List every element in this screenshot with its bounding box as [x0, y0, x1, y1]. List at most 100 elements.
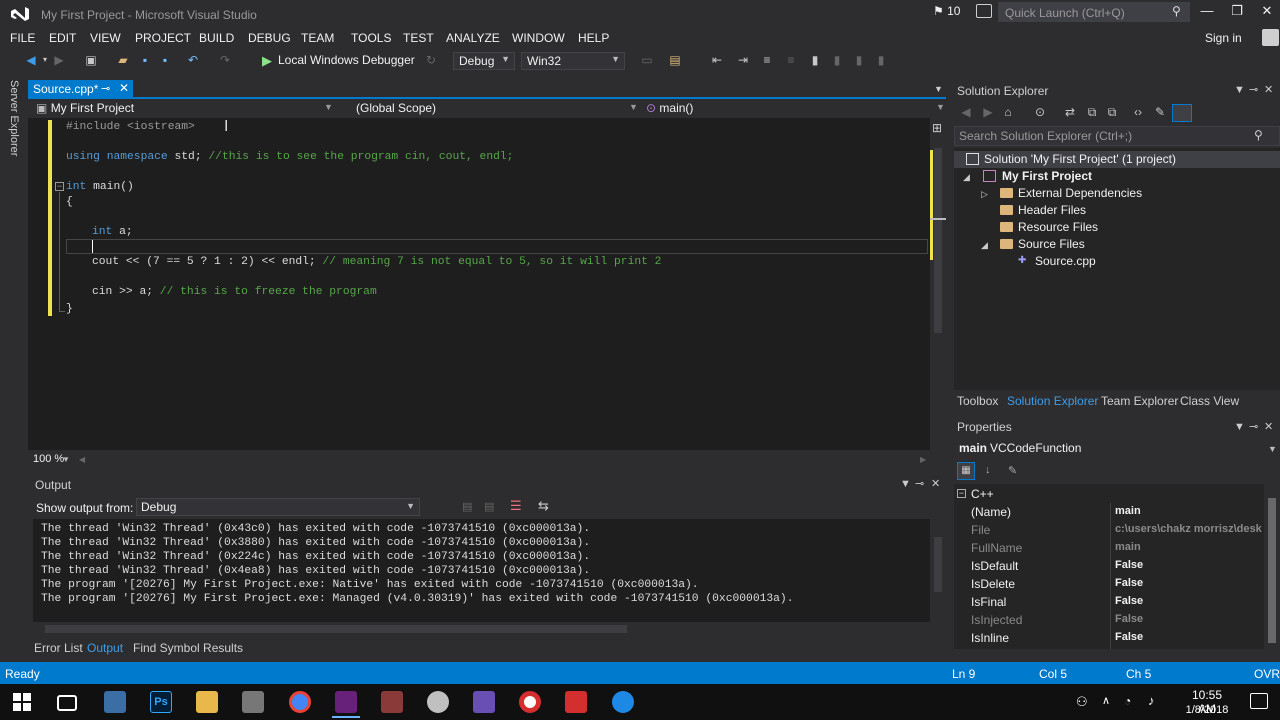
properties-wrench-icon[interactable]: ✎: [1152, 105, 1168, 121]
tree-header-files[interactable]: Header Files: [1018, 203, 1086, 217]
menu-build[interactable]: BUILD: [199, 31, 234, 45]
property-value[interactable]: c:\users\chakz morrisz\desk: [1115, 523, 1263, 535]
comment-icon[interactable]: ≡: [760, 53, 774, 67]
property-name[interactable]: IsInline: [971, 631, 1009, 645]
server-explorer-tab[interactable]: Server Explorer: [8, 80, 20, 156]
close-icon[interactable]: ✕: [931, 477, 940, 490]
categorized-icon[interactable]: ▦: [957, 462, 975, 480]
start-debugger-button[interactable]: Local Windows Debugger: [278, 53, 415, 67]
property-name[interactable]: (Name): [971, 505, 1011, 519]
output-scroll-thumb[interactable]: [934, 537, 942, 592]
menu-edit[interactable]: EDIT: [49, 31, 76, 45]
tab-team-explorer[interactable]: Team Explorer: [1101, 394, 1178, 408]
menu-team[interactable]: TEAM: [301, 31, 334, 45]
forward-icon[interactable]: ▶: [980, 105, 996, 121]
property-value[interactable]: main: [1115, 505, 1263, 517]
menu-view[interactable]: VIEW: [90, 31, 121, 45]
menu-project[interactable]: PROJECT: [135, 31, 191, 45]
chevron-down-icon[interactable]: ▼: [934, 84, 943, 94]
chevron-down-icon[interactable]: ▼: [1234, 421, 1245, 433]
visual-studio-icon[interactable]: [335, 691, 357, 713]
file-explorer-icon[interactable]: [196, 691, 218, 713]
chevron-down-icon[interactable]: ▼: [62, 455, 70, 464]
next-message-icon[interactable]: ▤: [484, 500, 494, 513]
feedback-icon[interactable]: [976, 4, 992, 18]
solution-explorer-search-input[interactable]: Search Solution Explorer (Ctrl+;): [954, 126, 1280, 146]
menu-analyze[interactable]: ANALYZE: [446, 31, 500, 45]
tree-source-files[interactable]: Source Files: [1018, 237, 1085, 251]
menu-file[interactable]: FILE: [10, 31, 35, 45]
close-icon[interactable]: ✕: [119, 81, 129, 95]
property-value[interactable]: False: [1115, 595, 1263, 607]
property-name[interactable]: IsFinal: [971, 595, 1006, 609]
property-pages-icon[interactable]: ✎: [1008, 464, 1017, 477]
indent-icon[interactable]: ⇤: [710, 53, 724, 67]
app-icon-2[interactable]: [242, 691, 264, 713]
zoom-level[interactable]: 100 %: [33, 453, 64, 465]
undo-icon[interactable]: ↶: [186, 53, 200, 67]
tab-error-list[interactable]: Error List: [34, 641, 83, 655]
home-icon[interactable]: ⌂: [1000, 105, 1016, 121]
prev-bookmark-icon[interactable]: ▮: [830, 53, 844, 67]
record-icon[interactable]: [519, 691, 541, 713]
restart-icon[interactable]: ↻: [424, 53, 438, 67]
output-text-area[interactable]: The thread 'Win32 Thread' (0x43c0) has e…: [33, 519, 930, 622]
scroll-right-icon[interactable]: ▶: [920, 455, 926, 464]
word-wrap-icon[interactable]: ⇆: [538, 498, 549, 514]
pending-changes-icon[interactable]: ⊙: [1032, 105, 1048, 121]
save-icon[interactable]: ▪: [138, 53, 152, 67]
app-icon-1[interactable]: [104, 691, 126, 713]
property-name[interactable]: IsDelete: [971, 577, 1015, 591]
attach-icon[interactable]: ▭: [640, 53, 654, 67]
app-icon-3[interactable]: [427, 691, 449, 713]
code-editor[interactable]: [28, 118, 930, 450]
scroll-left-icon[interactable]: ◀: [79, 455, 85, 464]
back-icon[interactable]: ◀: [24, 53, 38, 67]
property-name[interactable]: File: [971, 523, 990, 537]
find-in-files-icon[interactable]: ▤: [668, 53, 682, 67]
app-icon-5[interactable]: [565, 691, 587, 713]
search-icon[interactable]: ⚲: [1172, 4, 1181, 18]
back-icon[interactable]: ◀: [958, 105, 974, 121]
collapse-all-icon[interactable]: ⧉: [1084, 105, 1100, 121]
collapse-icon[interactable]: −: [55, 182, 64, 191]
uncomment-icon[interactable]: ≡: [784, 53, 798, 67]
pin-icon[interactable]: ⊸: [101, 82, 110, 95]
close-icon[interactable]: ✕: [1264, 83, 1273, 96]
preview-selected-icon[interactable]: [1172, 104, 1192, 122]
back-dropdown-icon[interactable]: ▾: [38, 53, 52, 67]
chevron-up-icon[interactable]: ∧: [1102, 694, 1110, 707]
chevron-down-icon[interactable]: ▼: [900, 478, 911, 490]
show-all-files-icon[interactable]: ⧉: [1104, 105, 1120, 121]
clock-date[interactable]: 1/8/2018: [1182, 704, 1232, 716]
member-dropdown[interactable]: ⊙ main(): [642, 100, 942, 117]
redo-icon[interactable]: ↷: [218, 53, 232, 67]
tree-resource-files[interactable]: Resource Files: [1018, 220, 1098, 234]
menu-help[interactable]: HELP: [578, 31, 609, 45]
notifications-button[interactable]: ⚑ 10: [933, 4, 960, 18]
property-value[interactable]: False: [1115, 559, 1263, 571]
action-center-icon[interactable]: [1250, 693, 1268, 709]
next-bookmark-icon[interactable]: ▮: [852, 53, 866, 67]
properties-scroll-thumb[interactable]: [1268, 498, 1276, 643]
tab-class-view[interactable]: Class View: [1180, 394, 1239, 408]
sync-icon[interactable]: ⇄: [1062, 105, 1078, 121]
chevron-down-icon[interactable]: ▼: [1268, 444, 1277, 454]
platform-select[interactable]: Win32 ▼: [521, 52, 625, 70]
outdent-icon[interactable]: ⇥: [736, 53, 750, 67]
minimize-button[interactable]: —: [1197, 3, 1217, 21]
output-source-select[interactable]: Debug ▼: [136, 498, 420, 516]
people-icon[interactable]: ⚇: [1076, 694, 1088, 710]
tree-source-cpp[interactable]: Source.cpp: [1035, 254, 1096, 268]
account-icon[interactable]: [1262, 29, 1279, 46]
scope-dropdown[interactable]: (Global Scope): [352, 100, 642, 117]
tree-project[interactable]: My First Project: [1002, 169, 1092, 183]
task-view-icon[interactable]: [57, 695, 77, 711]
menu-debug[interactable]: DEBUG: [248, 31, 291, 45]
collapsed-arrow-icon[interactable]: ▷: [981, 189, 988, 200]
chrome-icon[interactable]: [289, 691, 311, 713]
prev-message-icon[interactable]: ▤: [462, 500, 472, 513]
winrar-icon[interactable]: [381, 691, 403, 713]
menu-test[interactable]: TEST: [403, 31, 434, 45]
open-file-icon[interactable]: ▰: [116, 53, 130, 67]
